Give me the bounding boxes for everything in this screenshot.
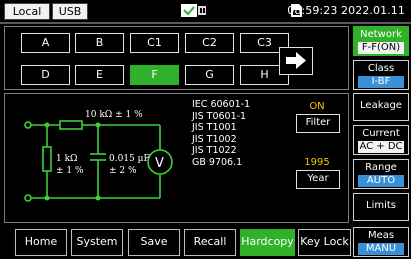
standard-item: JIS T1002 (192, 133, 237, 145)
range-button[interactable]: Range AUTO (353, 159, 409, 189)
network-button[interactable]: Network F-F(ON) (353, 26, 409, 56)
network-label: Network (360, 29, 402, 40)
grid-button-c1[interactable]: C1 (130, 33, 179, 53)
meas-button[interactable]: Meas MANU (353, 227, 409, 257)
tab-usb[interactable]: USB (52, 3, 88, 20)
class-button[interactable]: Class I-BF (353, 60, 409, 90)
standard-item: JIS T1001 (192, 122, 237, 133)
grid-button-g[interactable]: G (185, 65, 234, 85)
class-value: I-BF (358, 76, 404, 88)
leakage-label: Leakage (360, 100, 402, 111)
limits-button[interactable]: Limits (353, 193, 409, 221)
grid-button-a[interactable]: A (21, 33, 70, 53)
grid-button-c2[interactable]: C2 (185, 33, 234, 53)
standard-item: JIS T1022 (192, 145, 237, 156)
hardcopy-button[interactable]: Hardcopy (240, 229, 295, 256)
current-label: Current (362, 128, 400, 139)
leakage-button[interactable]: Leakage (353, 93, 409, 121)
circuit-diagram: 10 kΩ ± 1 % 1 kΩ ± 1 % 0.015 µF ± 2 % V (24, 110, 173, 202)
filter-state: ON (309, 101, 325, 112)
system-button[interactable]: System (71, 229, 123, 256)
year-button[interactable]: Year (296, 170, 340, 189)
class-label: Class (367, 63, 395, 74)
top-divider (0, 22, 411, 24)
filter-button[interactable]: Filter (296, 114, 340, 133)
home-button[interactable]: Home (15, 229, 67, 256)
year-value: 1995 (304, 157, 330, 168)
standards-list: IEC 60601-1 JIS T0601-1 JIS T1001 JIS T1… (192, 99, 250, 168)
grid-button-f[interactable]: F (130, 65, 179, 85)
key-lock-button[interactable]: Key Lock (298, 229, 351, 256)
standard-item: GB 9706.1 (192, 156, 243, 168)
range-label: Range (365, 162, 397, 173)
meas-value: MANU (358, 243, 404, 255)
capacitor-value: 0.015 µF (109, 154, 150, 164)
next-button[interactable] (279, 47, 313, 75)
meas-label: Meas (367, 230, 395, 241)
save-button[interactable]: Save (128, 229, 180, 256)
grid-button-e[interactable]: E (75, 65, 124, 85)
recall-button[interactable]: Recall (184, 229, 236, 256)
range-value: AUTO (358, 175, 404, 187)
current-value: AC + DC (358, 141, 404, 153)
capacitor-tolerance: ± 2 % (109, 166, 137, 176)
voltmeter-label: V (155, 156, 164, 171)
standard-item: JIS T0601-1 (192, 110, 247, 122)
limits-label: Limits (366, 200, 396, 211)
status-bar: Local USB 08:59:23 2022.01.11 (0, 0, 411, 22)
keyboard-lock-icon (181, 4, 206, 17)
resistor-left-tolerance: ± 1 % (56, 166, 84, 176)
arrow-right-icon (286, 52, 306, 69)
resistor-left-value: 1 kΩ (56, 154, 78, 164)
grid-button-b[interactable]: B (75, 33, 124, 53)
current-button[interactable]: Current AC + DC (353, 125, 409, 155)
network-value: F-F(ON) (358, 42, 404, 54)
standard-item: IEC 60601-1 (192, 99, 251, 110)
grid-button-d[interactable]: D (21, 65, 70, 85)
clock: 08:59:23 2022.01.11 (287, 4, 405, 17)
resistor-top-label: 10 kΩ ± 1 % (85, 110, 143, 120)
tab-local[interactable]: Local (4, 3, 50, 20)
